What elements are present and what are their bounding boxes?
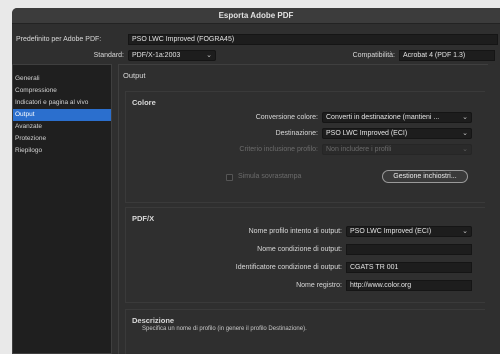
intent-profile-label: Nome profilo intento di output: — [248, 228, 342, 235]
color-group: Colore Conversione colore: Converti in d… — [125, 91, 485, 203]
profile-policy-label: Criterio inclusione profilo: — [239, 146, 318, 153]
registry-label: Nome registro: — [296, 282, 342, 289]
compat-label: Compatibilità: — [352, 52, 395, 59]
condition-name-label: Nome condizione di output: — [257, 246, 342, 253]
sidebar-item-output[interactable]: Output — [13, 109, 111, 121]
preset-select[interactable]: PSO LWC Improved (FOGRA45) — [128, 34, 498, 45]
compat-select[interactable]: Acrobat 4 (PDF 1.3) — [399, 50, 495, 61]
pdfx-group: PDF/X Nome profilo intento di output: PS… — [125, 207, 485, 303]
profile-policy-value: Non includere i profili — [326, 146, 392, 153]
conversion-value: Converti in destinazione (mantieni ... — [326, 114, 440, 121]
sidebar-item-avanzate[interactable]: Avanzate — [13, 121, 111, 133]
preset-label: Predefinito per Adobe PDF: — [16, 36, 102, 43]
simulate-overprint-label: Simula sovrastampa — [238, 173, 302, 180]
sidebar-item-generali[interactable]: Generali — [13, 73, 111, 85]
preset-value: PSO LWC Improved (FOGRA45) — [132, 36, 235, 43]
description-heading: Descrizione — [132, 316, 175, 325]
conversion-select[interactable]: Converti in destinazione (mantieni ... ⌄ — [322, 112, 472, 123]
description-text: Specifica un nome di profilo (in genere … — [142, 326, 307, 332]
category-sidebar: Generali Compressione Indicatori e pagin… — [12, 64, 112, 354]
output-panel: Output Colore Conversione colore: Conver… — [118, 64, 488, 354]
sidebar-item-riepilogo[interactable]: Riepilogo — [13, 145, 111, 157]
standard-value: PDF/X-1a:2003 — [132, 52, 181, 59]
destination-label: Destinazione: — [275, 130, 318, 137]
intent-profile-value: PSO LWC Improved (ECI) — [350, 228, 432, 235]
sidebar-item-indicatori[interactable]: Indicatori e pagina al vivo — [13, 97, 111, 109]
chevron-down-icon: ⌄ — [462, 130, 468, 137]
condition-id-label: Identificatore condizione di output: — [235, 264, 342, 271]
profile-policy-select[interactable]: Non includere i profili ⌄ — [322, 144, 472, 155]
condition-id-field[interactable]: CGATS TR 001 — [346, 262, 472, 273]
conversion-label: Conversione colore: — [255, 114, 318, 121]
standard-select[interactable]: PDF/X-1a:2003 ⌄ — [128, 50, 216, 61]
simulate-overprint-checkbox[interactable] — [226, 174, 233, 181]
panel-title: Output — [123, 71, 146, 80]
condition-name-field[interactable] — [346, 244, 472, 255]
destination-select[interactable]: PSO LWC Improved (ECI) ⌄ — [322, 128, 472, 139]
window-title: Esporta Adobe PDF — [218, 11, 294, 20]
chevron-down-icon: ⌄ — [462, 228, 468, 235]
title-bar[interactable]: Esporta Adobe PDF — [12, 8, 500, 24]
intent-profile-select[interactable]: PSO LWC Improved (ECI) ⌄ — [346, 226, 472, 237]
registry-field[interactable]: http://www.color.org — [346, 280, 472, 291]
pdfx-heading: PDF/X — [132, 214, 155, 223]
standard-label: Standard: — [93, 52, 124, 59]
sidebar-item-protezione[interactable]: Protezione — [13, 133, 111, 145]
destination-value: PSO LWC Improved (ECI) — [326, 130, 408, 137]
description-group: Descrizione Specifica un nome di profilo… — [125, 309, 485, 354]
chevron-down-icon: ⌄ — [462, 146, 468, 153]
color-heading: Colore — [132, 98, 156, 107]
ink-manager-button[interactable]: Gestione inchiostri... — [382, 170, 468, 183]
compat-value: Acrobat 4 (PDF 1.3) — [403, 52, 466, 59]
chevron-down-icon: ⌄ — [462, 114, 468, 121]
chevron-down-icon: ⌄ — [206, 52, 212, 59]
sidebar-item-compressione[interactable]: Compressione — [13, 85, 111, 97]
